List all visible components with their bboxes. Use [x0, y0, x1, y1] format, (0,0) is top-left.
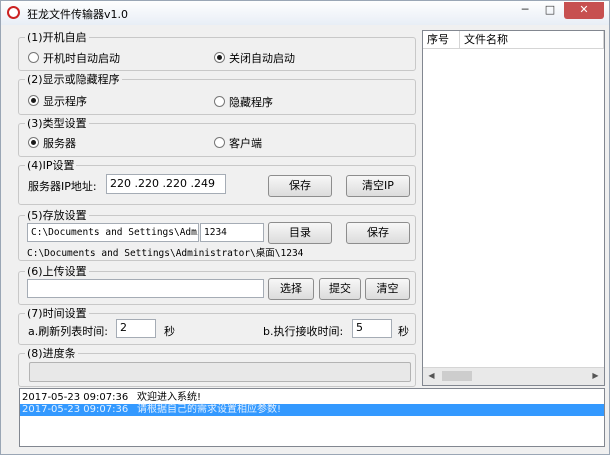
radio-server-label: 服务器 [43, 137, 76, 150]
server-ip-label: 服务器IP地址: [28, 180, 97, 193]
title-bar[interactable]: 狂龙文件传输器v1.0 ─ □ ✕ [1, 1, 609, 25]
log-time: 2017-05-23 09:07:36 [22, 404, 129, 415]
receive-time-label: b.执行接收时间: [263, 325, 344, 338]
log-time: 2017-05-23 09:07:36 [22, 392, 129, 403]
column-header-filename[interactable]: 文件名称 [460, 31, 604, 49]
refresh-time-field[interactable]: 2 [116, 319, 156, 338]
upload-legend: (6)上传设置 [27, 265, 87, 278]
radio-boot-off-label: 关闭自动启动 [229, 52, 295, 65]
time-legend: (7)时间设置 [27, 307, 87, 320]
scroll-thumb[interactable] [442, 371, 472, 381]
radio-dot-selected [28, 137, 39, 148]
radio-boot-off[interactable]: 关闭自动启动 [214, 50, 295, 66]
close-button[interactable]: ✕ [564, 2, 604, 19]
upload-file-field[interactable] [27, 279, 264, 298]
save-ip-button[interactable]: 保存 [268, 175, 332, 197]
receive-time-unit: 秒 [398, 325, 409, 338]
radio-dot [214, 137, 225, 148]
radio-boot-on-label: 开机时自动启动 [43, 52, 120, 65]
refresh-time-label: a.刷新列表时间: [28, 325, 108, 338]
server-ip-field[interactable]: 220 .220 .220 .249 [106, 174, 226, 194]
refresh-time-unit: 秒 [164, 325, 175, 338]
log-panel[interactable]: 2017-05-23 09:07:36 欢迎进入系统! 2017-05-23 0… [19, 388, 605, 447]
main-window: 狂龙文件传输器v1.0 ─ □ ✕ (1)开机自启 开机时自动启动 关闭自动启动… [0, 0, 610, 455]
storage-name-field[interactable]: 1234 [200, 223, 264, 242]
submit-button[interactable]: 提交 [319, 278, 361, 300]
directory-button[interactable]: 目录 [268, 222, 332, 244]
minimize-button[interactable]: ─ [514, 2, 536, 19]
scroll-right-icon[interactable]: ▶ [587, 368, 604, 384]
log-message: 请根据自己的需求设置相应参数! [137, 404, 282, 415]
ip-legend: (4)IP设置 [27, 159, 75, 172]
log-row-selected[interactable]: 2017-05-23 09:07:36 请根据自己的需求设置相应参数! [20, 404, 604, 416]
radio-boot-on[interactable]: 开机时自动启动 [28, 50, 120, 66]
radio-client-label: 客户端 [229, 137, 262, 150]
radio-dot-selected [214, 52, 225, 63]
scroll-left-icon[interactable]: ◀ [423, 368, 440, 384]
save-storage-button[interactable]: 保存 [346, 222, 410, 244]
app-icon [7, 6, 20, 19]
progress-bar [29, 362, 411, 382]
visibility-legend: (2)显示或隐藏程序 [27, 73, 120, 86]
radio-dot [214, 96, 225, 107]
radio-hide[interactable]: 隐藏程序 [214, 94, 273, 110]
receive-time-field[interactable]: 5 [352, 319, 392, 338]
log-message: 欢迎进入系统! [137, 392, 202, 403]
horizontal-scrollbar[interactable]: ◀ ▶ [423, 367, 604, 385]
storage-legend: (5)存放设置 [27, 209, 87, 222]
storage-full-path: C:\Documents and Settings\Administrator\… [27, 248, 304, 259]
radio-show-label: 显示程序 [43, 95, 87, 108]
choose-button[interactable]: 选择 [268, 278, 314, 300]
radio-show[interactable]: 显示程序 [28, 93, 87, 109]
progress-legend: (8)进度条 [27, 347, 76, 360]
window-title: 狂龙文件传输器v1.0 [27, 8, 129, 21]
radio-dot-selected [28, 95, 39, 106]
radio-server[interactable]: 服务器 [28, 135, 76, 151]
file-list[interactable]: 序号 文件名称 ◀ ▶ [422, 30, 605, 386]
clear-upload-button[interactable]: 清空 [365, 278, 410, 300]
type-legend: (3)类型设置 [27, 117, 87, 130]
log-row[interactable]: 2017-05-23 09:07:36 欢迎进入系统! [20, 392, 604, 404]
boot-legend: (1)开机自启 [27, 31, 87, 44]
radio-hide-label: 隐藏程序 [229, 96, 273, 109]
radio-dot [28, 52, 39, 63]
storage-path-field[interactable]: C:\Documents and Settings\Admini [27, 223, 199, 242]
column-header-index[interactable]: 序号 [423, 31, 460, 49]
clear-ip-button[interactable]: 清空IP [346, 175, 410, 197]
radio-client[interactable]: 客户端 [214, 135, 262, 151]
maximize-button[interactable]: □ [539, 2, 561, 19]
